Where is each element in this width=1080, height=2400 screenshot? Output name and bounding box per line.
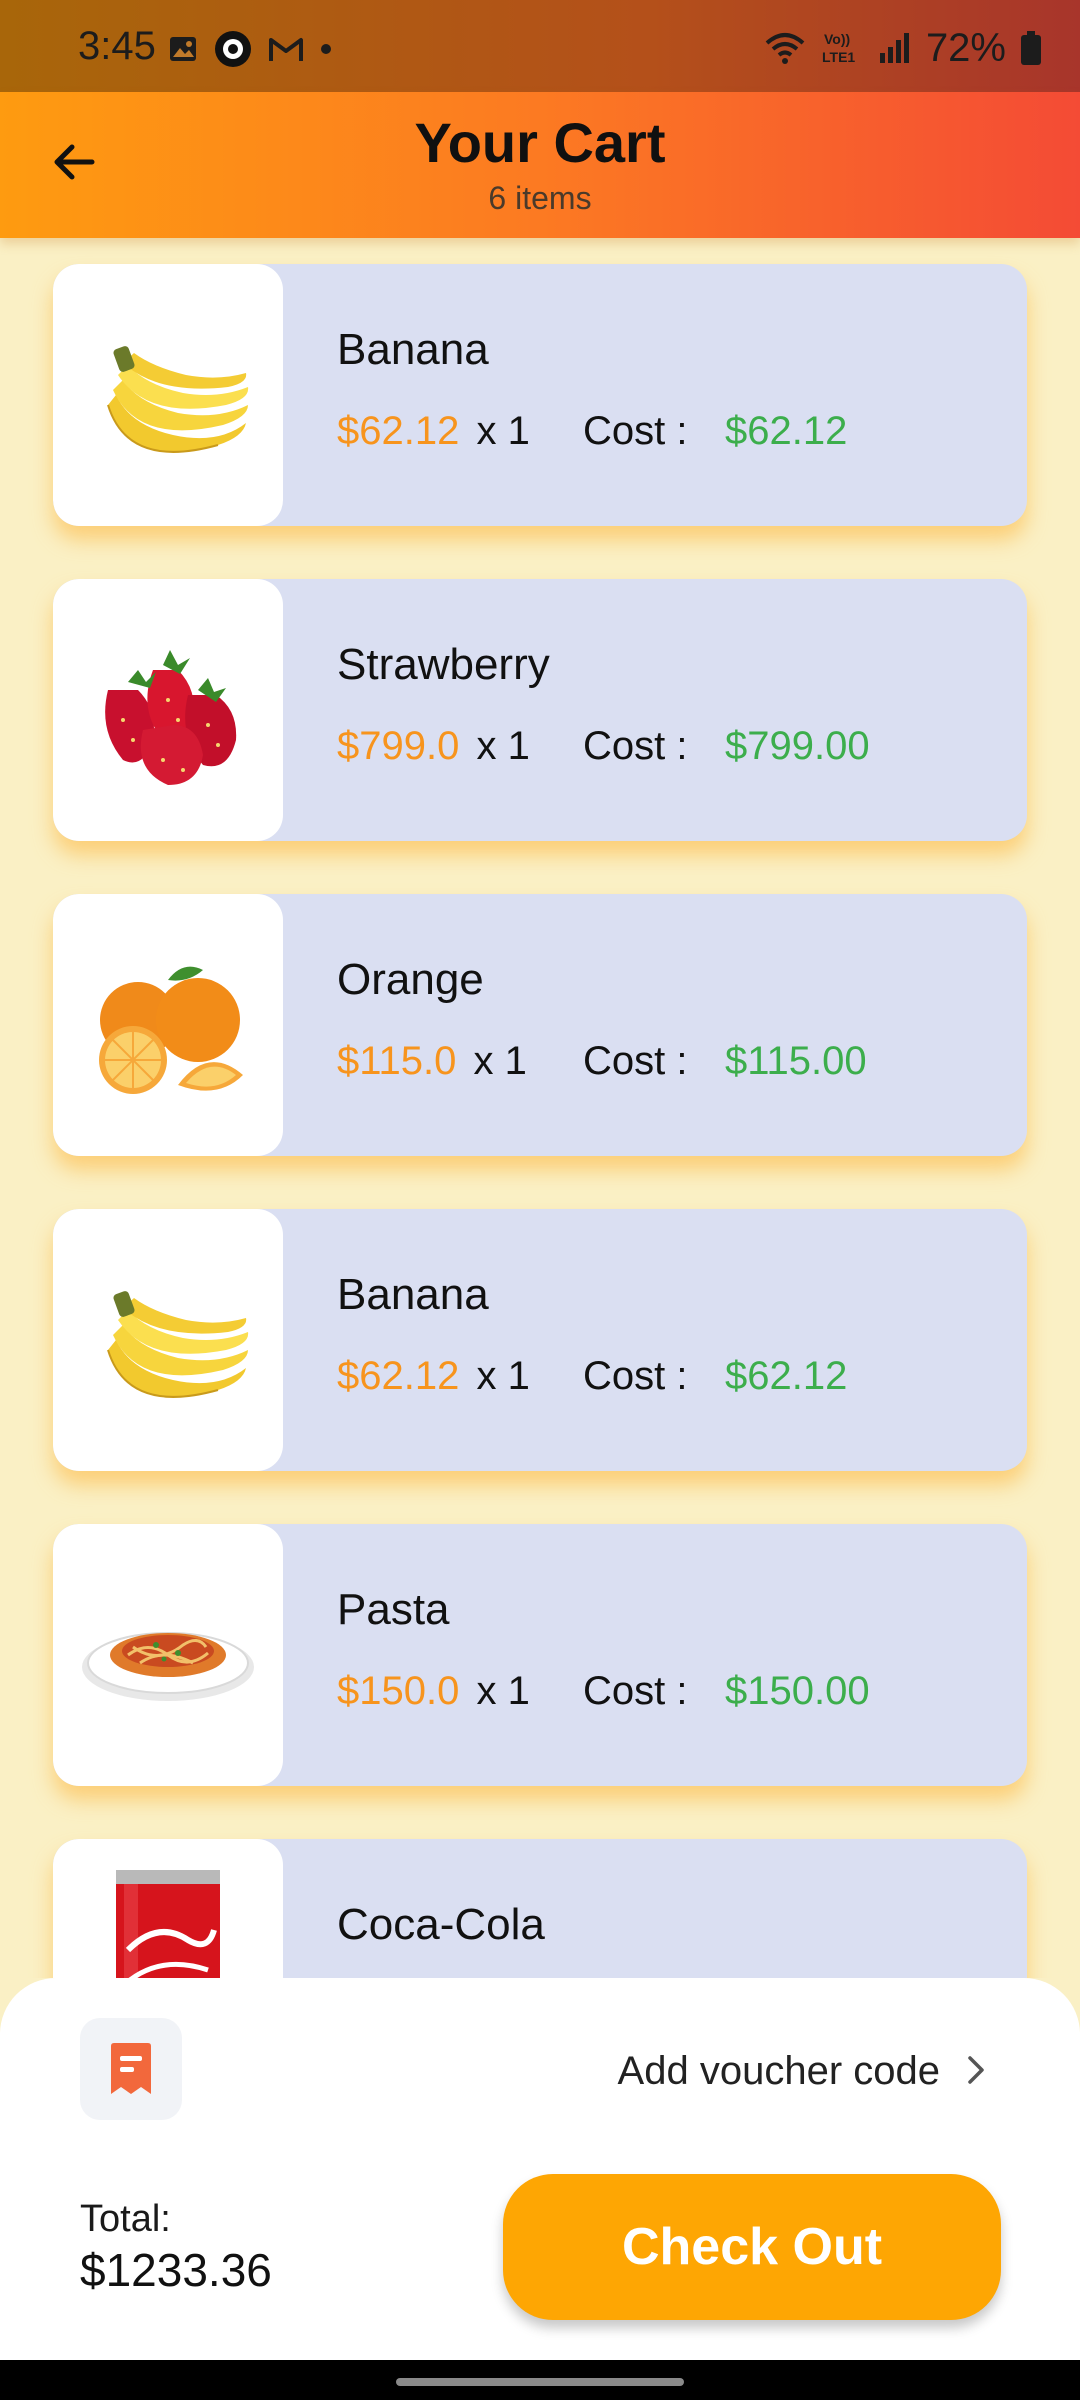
item-cost-label: Cost : [583, 409, 688, 453]
product-image-orange [53, 894, 283, 1156]
add-voucher-link[interactable]: Add voucher code [618, 2046, 940, 2096]
item-name: Pasta [337, 1585, 450, 1634]
checkout-button[interactable]: Check Out [503, 2174, 1001, 2320]
receipt-icon [111, 2043, 151, 2094]
product-image-banana [53, 264, 283, 526]
app-icon [215, 31, 251, 67]
item-price: $62.12 [337, 409, 460, 453]
cart-item[interactable]: Coca-Cola [53, 1839, 1027, 1978]
product-image-banana [53, 1209, 283, 1471]
signal-icon [879, 33, 909, 63]
item-cost-label: Cost : [583, 1039, 688, 1083]
cart-item[interactable]: Banana $62.12 x 1 Cost : $62.12 [53, 1209, 1027, 1471]
item-price: $799.0 [337, 724, 460, 768]
item-quantity: x 1 [476, 724, 530, 768]
notification-icons [168, 30, 332, 68]
battery-percent: 72% [925, 26, 1006, 70]
cart-item[interactable]: Pasta $150.0 x 1 Cost : $150.00 [53, 1524, 1027, 1786]
item-name: Banana [337, 1270, 489, 1319]
cart-item[interactable]: Banana $62.12 x 1 Cost : $62.12 [53, 264, 1027, 526]
item-name: Coca-Cola [337, 1900, 545, 1949]
total-value: $1233.36 [80, 2244, 272, 2296]
item-price: $62.12 [337, 1354, 460, 1398]
chevron-right-icon[interactable] [956, 2050, 996, 2090]
item-quantity: x 1 [476, 409, 530, 453]
dot-icon [321, 44, 331, 54]
item-price: $115.0 [337, 1039, 457, 1083]
item-cost-label: Cost : [583, 724, 688, 768]
item-cost-value: $62.12 [725, 1354, 848, 1398]
image-icon [170, 37, 196, 61]
item-price-row: $150.0 x 1 [337, 1666, 530, 1716]
wifi-icon [765, 33, 805, 64]
cart-list[interactable]: Banana $62.12 x 1 Cost : $62.12 Strawber… [0, 238, 1080, 1978]
item-name: Orange [337, 955, 484, 1004]
svg-text:Vo)): Vo)) [824, 31, 850, 47]
item-quantity: x 1 [473, 1039, 527, 1083]
page-title: Your Cart [414, 111, 666, 174]
product-image-coca-cola [53, 1839, 283, 1978]
system-navigation-bar [0, 2360, 1080, 2400]
item-name: Strawberry [337, 640, 550, 689]
status-time: 3:45 [78, 24, 156, 68]
item-price: $150.0 [337, 1669, 460, 1713]
item-cost-value: $115.00 [725, 1039, 867, 1083]
product-image-pasta [53, 1524, 283, 1786]
system-icons: Vo)) LTE1 72% [764, 22, 1042, 74]
item-quantity: x 1 [476, 1354, 530, 1398]
item-price-row: $62.12 x 1 [337, 406, 530, 456]
item-name: Banana [337, 325, 489, 374]
app-header: Your Cart 6 items [0, 92, 1080, 238]
battery-icon [1021, 31, 1041, 65]
voucher-button[interactable] [80, 2018, 182, 2120]
item-cost-value: $799.00 [725, 724, 870, 768]
home-gesture-handle[interactable] [396, 2378, 684, 2386]
item-price-row: $115.0 x 1 [337, 1036, 527, 1086]
checkout-panel: Add voucher code Total: $1233.36 Check O… [0, 1978, 1080, 2360]
lte-icon: Vo)) LTE1 [822, 31, 855, 65]
item-cost-value: $62.12 [725, 409, 848, 453]
product-image-strawberry [53, 579, 283, 841]
total-label: Total: [80, 2198, 171, 2240]
item-price-row: $799.0 x 1 [337, 721, 530, 771]
item-quantity: x 1 [476, 1669, 530, 1713]
item-cost-label: Cost : [583, 1669, 688, 1713]
svg-text:LTE1: LTE1 [822, 49, 855, 65]
cart-item[interactable]: Strawberry $799.0 x 1 Cost : $799.00 [53, 579, 1027, 841]
item-cost-value: $150.00 [725, 1669, 870, 1713]
item-cost-label: Cost : [583, 1354, 688, 1398]
item-price-row: $62.12 x 1 [337, 1351, 530, 1401]
status-bar: 3:45 Vo)) LTE1 72% [0, 0, 1080, 92]
cart-item[interactable]: Orange $115.0 x 1 Cost : $115.00 [53, 894, 1027, 1156]
gmail-icon [269, 38, 303, 61]
item-count: 6 items [488, 180, 592, 216]
